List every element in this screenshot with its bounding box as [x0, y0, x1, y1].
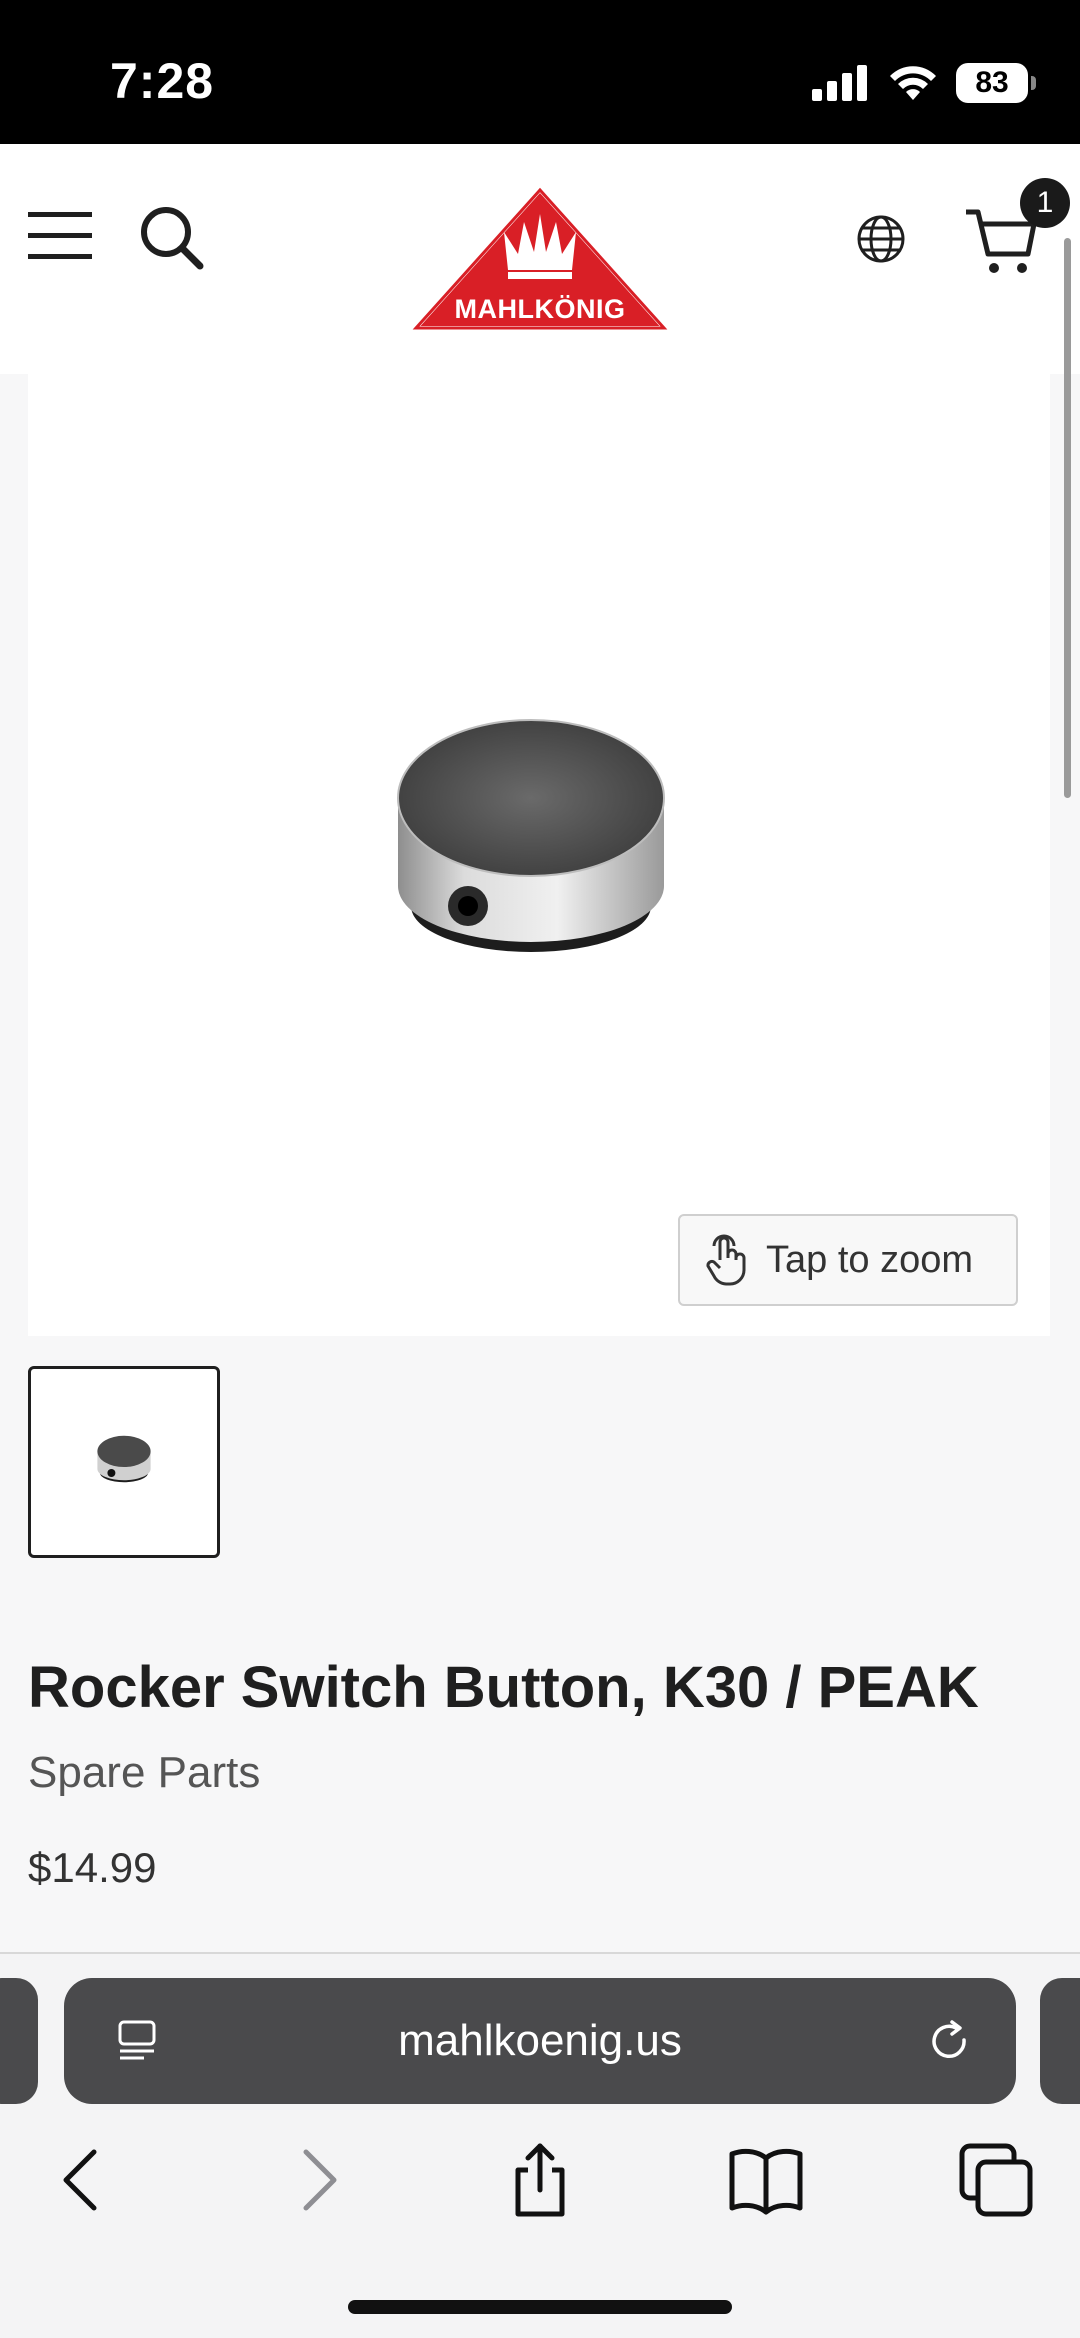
- forward-icon[interactable]: [276, 2140, 356, 2220]
- logo-text: MAHLKÖNIG: [454, 294, 626, 324]
- hand-pointer-icon: [706, 1234, 746, 1286]
- status-bar: 7:28 83: [0, 0, 1080, 144]
- globe-icon[interactable]: [856, 214, 906, 264]
- product-category[interactable]: Spare Parts: [28, 1748, 260, 1798]
- url-text[interactable]: mahlkoenig.us: [64, 2016, 1016, 2066]
- search-icon[interactable]: [138, 204, 206, 272]
- back-icon[interactable]: [44, 2140, 124, 2220]
- next-tab-preview[interactable]: [1040, 1978, 1080, 2104]
- status-time: 7:28: [110, 53, 215, 109]
- zoom-label: Tap to zoom: [766, 1238, 973, 1281]
- battery-indicator: 83: [956, 63, 1036, 103]
- bookmarks-icon[interactable]: [726, 2140, 806, 2220]
- tabs-icon[interactable]: [956, 2140, 1036, 2220]
- previous-tab-preview[interactable]: [0, 1978, 38, 2104]
- product-title: Rocker Switch Button, K30 / PEAK: [28, 1655, 979, 1720]
- signal-icon: [812, 65, 867, 101]
- product-thumbnail[interactable]: [28, 1366, 220, 1558]
- tap-to-zoom-button[interactable]: Tap to zoom: [678, 1214, 1018, 1306]
- address-bar[interactable]: mahlkoenig.us: [64, 1978, 1016, 2104]
- reload-icon[interactable]: [926, 2018, 974, 2066]
- product-photo: [397, 719, 665, 952]
- thumbnail-photo: [97, 1435, 151, 1483]
- wifi-icon: [890, 66, 936, 100]
- home-indicator[interactable]: [348, 2300, 732, 2314]
- product-price: $14.99: [28, 1844, 157, 1891]
- page-scrollbar[interactable]: [1064, 238, 1071, 798]
- brand-logo[interactable]: MAHLKÖNIG: [411, 186, 669, 332]
- share-icon[interactable]: [500, 2140, 580, 2220]
- cart-count-badge: 1: [1020, 178, 1070, 228]
- menu-icon[interactable]: [28, 208, 94, 264]
- status-icons: 83: [812, 58, 1036, 108]
- product-image[interactable]: Tap to zoom: [28, 374, 1050, 1336]
